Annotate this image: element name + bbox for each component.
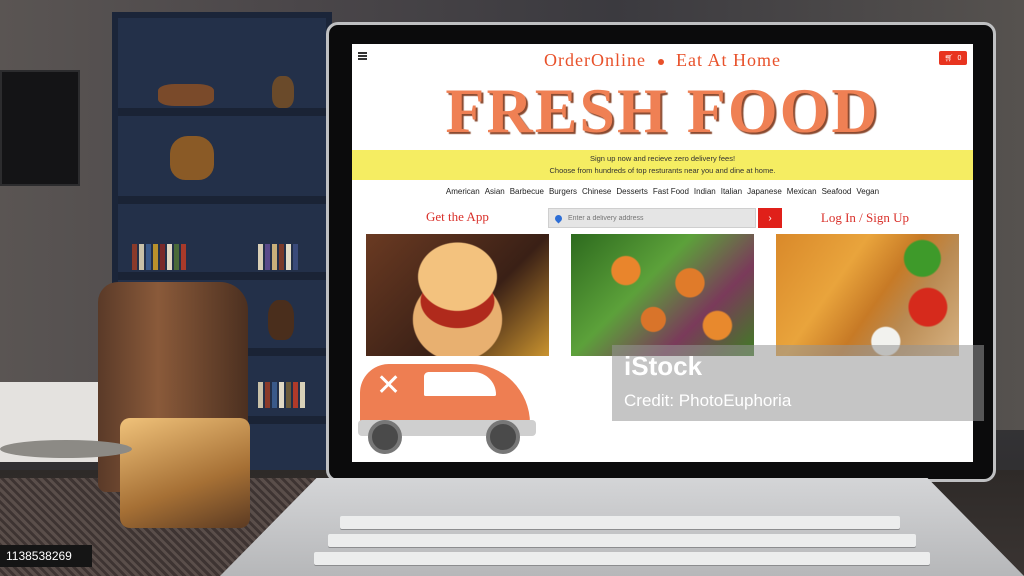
cart-button[interactable]: 🛒︎ 0 [939,51,967,65]
laptop-keyboard-deck [220,478,1024,576]
cart-count: 0 [957,54,962,62]
food-image-sandwich[interactable] [366,234,549,356]
chair-cushion [120,418,250,528]
category-japanese[interactable]: Japanese [747,187,782,196]
category-american[interactable]: American [446,187,480,196]
category-asian[interactable]: Asian [485,187,505,196]
delivery-address-input[interactable] [568,214,738,222]
stock-watermark: iStock Credit: PhotoEuphoria [612,345,984,421]
promo-line-1: Sign up now and recieve zero delivery fe… [589,154,736,163]
food-image-pizza[interactable] [776,234,959,356]
promo-line-2: Choose from hundreds of top resturants n… [549,166,776,175]
category-barbecue[interactable]: Barbecue [510,187,544,196]
tagline: OrderOnline Eat At Home [352,50,973,71]
tagline-order-online: OrderOnline [544,50,646,70]
watermark-credit: Credit: PhotoEuphoria [624,391,792,410]
category-desserts[interactable]: Desserts [616,187,648,196]
delivery-address-field[interactable] [548,208,756,228]
category-mexican[interactable]: Mexican [787,187,817,196]
car-wheel-front [368,420,402,454]
stock-image-id: 1138538269 [0,545,92,567]
category-italian[interactable]: Italian [721,187,742,196]
login-signup-link[interactable]: Log In / Sign Up [821,210,909,226]
site-logo-title: Fresh Food [445,75,880,146]
car-window [424,372,496,396]
category-fast-food[interactable]: Fast Food [653,187,689,196]
location-pin-icon [553,213,564,223]
cart-icon: 🛒︎ [944,55,954,62]
action-bar: Get the App › Log In / Sign Up [352,202,973,232]
site-header: OrderOnline Eat At Home 🛒︎ 0 [352,44,973,76]
category-vegan[interactable]: Vegan [856,187,879,196]
wall-tv [0,70,80,186]
category-chinese[interactable]: Chinese [582,187,611,196]
watermark-logo: iStock [624,351,703,381]
promo-banner: Sign up now and recieve zero delivery fe… [352,150,973,180]
tagline-eat-at-home: Eat At Home [675,50,781,70]
category-seafood[interactable]: Seafood [822,187,852,196]
car-wheel-rear [486,420,520,454]
fork-knife-icon: ✕ [376,369,402,402]
category-burgers[interactable]: Burgers [549,187,577,196]
category-indian[interactable]: Indian [694,187,716,196]
delivery-car-icon: ✕ [358,362,536,458]
dot-separator-icon [657,58,664,65]
address-submit-button[interactable]: › [758,208,782,228]
get-the-app-link[interactable]: Get the App [426,209,489,225]
category-nav: American Asian Barbecue Burgers Chinese … [352,187,973,196]
side-table [0,440,132,458]
food-image-salad[interactable] [571,234,754,356]
